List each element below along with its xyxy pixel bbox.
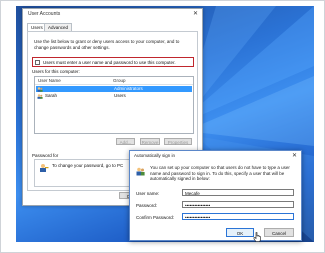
must-enter-password-row[interactable]: Users must enter a user name and passwor… [32,57,194,67]
close-icon[interactable]: ✕ [292,152,297,159]
password-label: Password: [136,203,158,208]
list-header: User Name Group [35,77,193,85]
remove-button[interactable]: Remove [140,138,160,145]
password-help-text: To change your password, go to PC [52,163,124,168]
close-icon[interactable]: ✕ [193,10,198,17]
add-button[interactable]: Add... [116,138,135,145]
auto-sign-in-dialog: Automatically sign in ✕ You can set up y… [129,150,302,241]
password-section-label: Password for [32,153,59,158]
users-icon [136,167,145,176]
user-password-icon [40,164,49,172]
table-row[interactable]: Administrators [36,86,192,92]
column-user-name[interactable]: User Name [35,77,110,84]
user-icon [37,86,43,92]
ok-button[interactable]: OK [226,228,254,237]
user-name-label: User name: [136,191,160,196]
cancel-button[interactable]: Cancel [264,228,294,237]
confirm-password-field[interactable]: •••••••••••••••• [182,213,294,220]
group-cell: Administrators [114,86,143,91]
group-cell: Users [114,93,126,98]
user-name-field[interactable]: Mecafe [182,189,294,196]
intro-text: Use the list below to grant or deny user… [34,39,180,50]
window-title: User Accounts [28,11,61,17]
password-field[interactable]: •••••••••••••••• [182,201,294,208]
properties-button[interactable]: Properties [164,138,192,145]
user-icon [37,93,43,99]
confirm-password-label: Confirm Password: [136,215,175,220]
hand-cursor-icon [253,232,261,242]
dialog-title: Automatically sign in [134,153,176,158]
must-enter-password-label: Users must enter a user name and passwor… [43,59,176,65]
dialog-message: You can set up your computer so that use… [150,165,290,181]
column-group[interactable]: Group [110,77,126,84]
table-row[interactable]: Sarah Users [36,93,192,99]
users-list[interactable]: User Name Group Administrators Sarah Use… [34,76,194,134]
user-name-cell: Sarah [45,93,58,98]
users-list-label: Users for this computer: [32,69,80,74]
must-enter-password-checkbox[interactable] [35,59,40,65]
